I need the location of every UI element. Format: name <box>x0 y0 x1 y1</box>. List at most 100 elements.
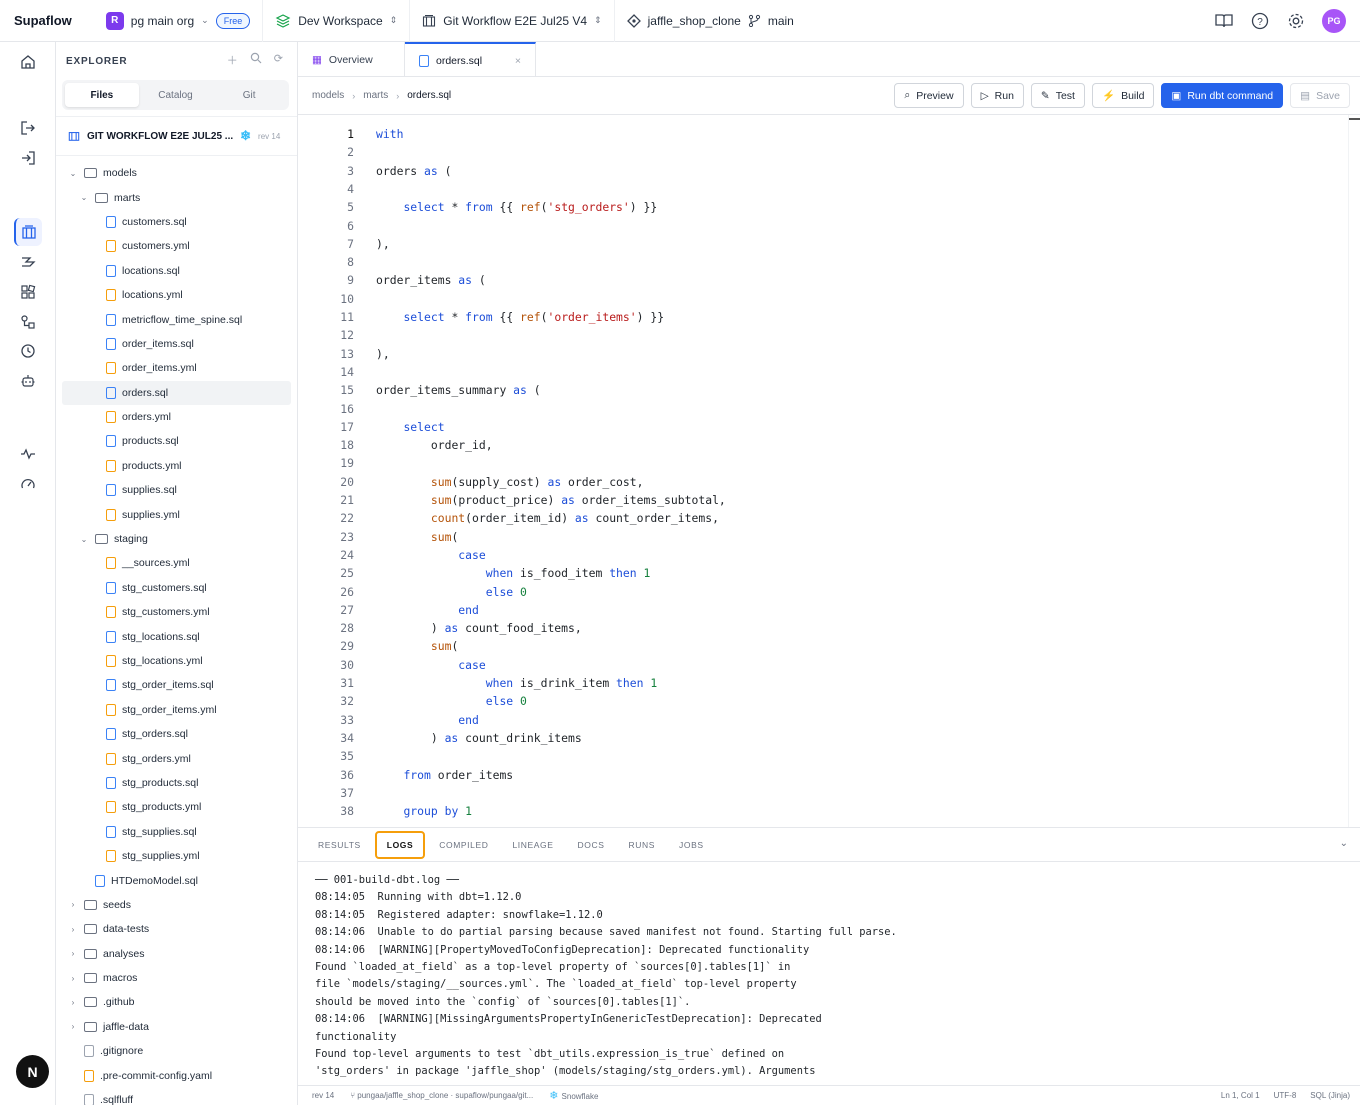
tree-file[interactable]: locations.sql <box>56 259 297 283</box>
user-avatar[interactable]: PG <box>1322 9 1346 33</box>
status-cursor[interactable]: Ln 1, Col 1 <box>1221 1091 1260 1100</box>
close-icon[interactable]: × <box>515 55 521 67</box>
tree-file[interactable]: supplies.sql <box>56 478 297 502</box>
panel-tab-results[interactable]: RESULTS <box>308 831 371 859</box>
tree-folder[interactable]: › data-tests <box>56 917 297 941</box>
tree-file[interactable]: customers.sql <box>56 210 297 234</box>
clock-icon[interactable] <box>14 337 42 365</box>
tree-file[interactable]: stg_supplies.sql <box>56 820 297 844</box>
org-name: pg main org <box>130 13 195 28</box>
breadcrumb-marts[interactable]: marts <box>363 90 388 101</box>
panel-tab-jobs[interactable]: JOBS <box>669 831 714 859</box>
tree-item-label: HTDemoModel.sql <box>111 874 198 887</box>
project-header[interactable]: GIT WORKFLOW E2E JUL25 ... ❄ rev 14 <box>56 116 297 156</box>
tree-file[interactable]: products.yml <box>56 454 297 478</box>
workspace-switcher[interactable]: Dev Workspace ⇕ <box>262 0 409 42</box>
repo-switcher[interactable]: jaffle_shop_clone main <box>613 0 806 42</box>
line-number: 38 <box>340 804 354 819</box>
save-button[interactable]: ▤ Save <box>1290 83 1350 108</box>
tree-file[interactable]: products.sql <box>56 429 297 453</box>
tree-file[interactable]: stg_orders.yml <box>56 746 297 770</box>
org-switcher[interactable]: R pg main org ⌄ Free <box>94 0 262 42</box>
agent-icon[interactable] <box>14 367 42 395</box>
editor-scrollbar[interactable] <box>1348 115 1360 827</box>
line-number: 31 <box>340 676 354 690</box>
code-line: from order_items <box>403 767 514 782</box>
tab-git[interactable]: Git <box>212 83 286 107</box>
tree-file[interactable]: stg_locations.yml <box>56 649 297 673</box>
tree-folder[interactable]: ⌄ marts <box>56 185 297 209</box>
activity-icon[interactable] <box>14 440 42 468</box>
tree-file[interactable]: order_items.sql <box>56 332 297 356</box>
help-icon[interactable]: ? <box>1250 11 1270 31</box>
home-icon[interactable] <box>14 48 42 76</box>
tree-file[interactable]: orders.yml <box>56 405 297 429</box>
line-number: 20 <box>340 474 354 489</box>
tree-file[interactable]: locations.yml <box>56 283 297 307</box>
tree-folder[interactable]: › seeds <box>56 893 297 917</box>
search-icon: ⌕ <box>904 89 911 101</box>
tree-folder[interactable]: ⌄ staging <box>56 527 297 551</box>
connections-icon[interactable] <box>14 308 42 336</box>
tree-folder[interactable]: › analyses <box>56 942 297 966</box>
status-warehouse: ❄ Snowflake <box>549 1089 598 1102</box>
panel-tab-compiled[interactable]: COMPILED <box>429 831 498 859</box>
gear-icon[interactable] <box>1286 11 1306 31</box>
tree-file[interactable]: metricflow_time_spine.sql <box>56 307 297 331</box>
tree-folder[interactable]: › .github <box>56 990 297 1014</box>
tree-file[interactable]: stg_order_items.sql <box>56 673 297 697</box>
tab-catalog[interactable]: Catalog <box>139 83 213 107</box>
tree-file[interactable]: stg_locations.sql <box>56 624 297 648</box>
tree-file[interactable]: stg_products.sql <box>56 771 297 795</box>
tree-file[interactable]: stg_orders.sql <box>56 722 297 746</box>
book-icon[interactable] <box>1214 11 1234 31</box>
panel-tab-docs[interactable]: DOCS <box>568 831 615 859</box>
tree-file[interactable]: orders.sql <box>62 380 291 405</box>
tab-files[interactable]: Files <box>65 83 139 107</box>
breadcrumb-models[interactable]: models <box>312 90 344 101</box>
panel-tab-logs[interactable]: LOGS <box>374 830 426 859</box>
apps-icon[interactable] <box>14 278 42 306</box>
status-branch[interactable]: ⑂ pungaa/jaffle_shop_clone · supaflow/pu… <box>350 1091 533 1100</box>
tree-file[interactable]: .pre-commit-config.yaml <box>56 1063 297 1087</box>
run-dbt-command-button[interactable]: ▣ Run dbt command <box>1161 83 1284 108</box>
chevron-down-icon[interactable]: ⌄ <box>1340 838 1348 849</box>
project-explorer-icon[interactable] <box>14 218 42 246</box>
panel-tab-lineage[interactable]: LINEAGE <box>502 831 563 859</box>
tree-file[interactable]: __sources.yml <box>56 551 297 575</box>
code-editor[interactable]: 1 with 2 3 orders as (4 5 select * from {{ re… <box>298 115 1360 827</box>
tree-folder[interactable]: › macros <box>56 966 297 990</box>
refresh-icon[interactable]: ⟳ <box>274 52 283 68</box>
export-icon[interactable] <box>14 114 42 142</box>
tree-file[interactable]: stg_customers.sql <box>56 576 297 600</box>
tree-file[interactable]: stg_order_items.yml <box>56 698 297 722</box>
preview-button[interactable]: ⌕ Preview <box>894 83 964 108</box>
add-file-icon[interactable]: ＋ <box>227 52 238 68</box>
test-button[interactable]: ✎ Test <box>1030 83 1085 108</box>
tab-overview[interactable]: ▦ Overview <box>298 42 405 77</box>
pipelines-icon[interactable] <box>14 248 42 276</box>
tree-file[interactable]: .sqlfluff <box>56 1088 297 1105</box>
tree-file[interactable]: stg_products.yml <box>56 795 297 819</box>
tree-file[interactable]: stg_customers.yml <box>56 600 297 624</box>
tree-file[interactable]: stg_supplies.yml <box>56 844 297 868</box>
project-switcher[interactable]: Git Workflow E2E Jul25 V4 ⇕ <box>409 0 613 42</box>
tree-file[interactable]: .gitignore <box>56 1039 297 1063</box>
tree-file[interactable]: supplies.yml <box>56 502 297 526</box>
search-icon[interactable] <box>250 52 262 68</box>
panel-tab-runs[interactable]: RUNS <box>619 831 666 859</box>
status-language[interactable]: SQL (Jinja) <box>1310 1091 1350 1100</box>
run-button[interactable]: ▷ Run <box>970 83 1024 108</box>
tree-folder[interactable]: › jaffle-data <box>56 1015 297 1039</box>
gauge-icon[interactable] <box>14 470 42 498</box>
tree-file[interactable]: HTDemoModel.sql <box>56 868 297 892</box>
notification-logo-icon[interactable]: N <box>16 1055 49 1088</box>
tree-file[interactable]: order_items.yml <box>56 356 297 380</box>
status-encoding[interactable]: UTF-8 <box>1274 1091 1297 1100</box>
tab-orders-sql[interactable]: orders.sql × <box>405 42 536 77</box>
import-icon[interactable] <box>14 144 42 172</box>
brand-logo[interactable]: Supaflow <box>14 13 72 28</box>
tree-file[interactable]: customers.yml <box>56 234 297 258</box>
tree-folder[interactable]: ⌄ models <box>56 161 297 185</box>
build-button[interactable]: ⚡ Build <box>1091 83 1155 108</box>
